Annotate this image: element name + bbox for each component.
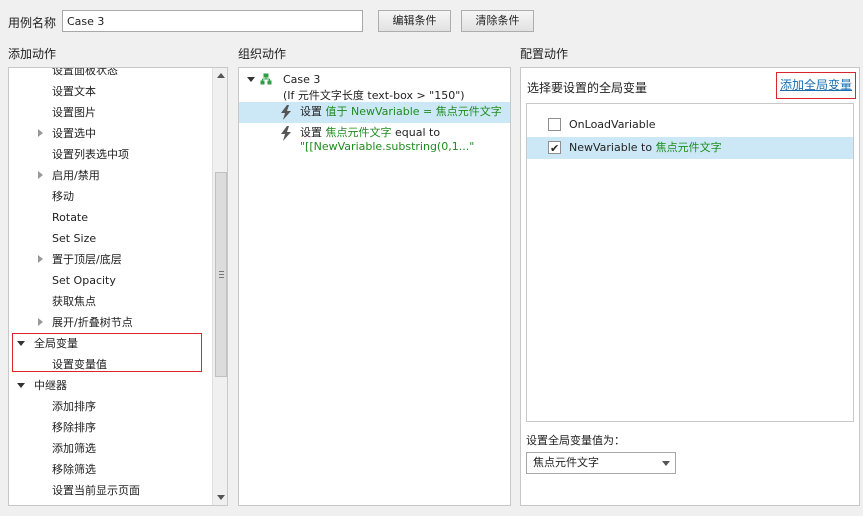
action-item[interactable]: Set Size (9, 228, 212, 249)
action-label: 置于顶层/底层 (52, 253, 122, 266)
expand-arrow-icon[interactable] (38, 318, 43, 326)
expand-arrow-icon[interactable] (38, 129, 43, 137)
action-label: 设置文本 (52, 85, 96, 98)
organize-action-text-line2: "[[NewVariable.substring(0,1..." (300, 140, 475, 153)
scroll-up-icon[interactable] (217, 73, 225, 78)
action-item[interactable]: 设置变量值 (9, 354, 212, 375)
variable-row-onloadvariable[interactable]: OnLoadVariable (527, 114, 853, 136)
configure-action-title: 配置动作 (520, 47, 569, 61)
grip-line (219, 274, 224, 275)
action-label: 获取焦点 (52, 295, 96, 308)
action-item[interactable]: 设置列表选中项 (9, 144, 212, 165)
action-item[interactable]: 启用/禁用 (9, 165, 212, 186)
action-label: 设置变量值 (52, 358, 107, 371)
action-label: 全局变量 (34, 337, 78, 350)
collapse-arrow-icon[interactable] (17, 383, 25, 388)
variable-checkbox[interactable] (548, 138, 561, 160)
variable-name: OnLoadVariable (569, 118, 656, 131)
scroll-thumb[interactable] (215, 172, 227, 377)
organize-action-row[interactable]: 设置 值于 NewVariable = 焦点元件文字 (239, 102, 510, 123)
collapse-arrow-icon[interactable] (17, 341, 25, 346)
action-item[interactable]: 设置文本 (9, 81, 212, 102)
grip-line (219, 277, 224, 278)
action-label: 添加排序 (52, 400, 96, 413)
action-label: 设置图片 (52, 106, 96, 119)
action-item[interactable]: 设置每页项目数量 (9, 501, 212, 505)
action-item[interactable]: 置于顶层/底层 (9, 249, 212, 270)
action-label: Set Opacity (52, 274, 116, 287)
action-item[interactable]: 获取焦点 (9, 291, 212, 312)
clear-condition-button[interactable]: 清除条件 (461, 10, 534, 32)
action-list: 设置面板状态 设置文本设置图片设置选中设置列表选中项 启用/禁用移动 Rotate Se… (9, 67, 212, 505)
case-condition: (If 元件文字长度 text-box > "150") (283, 89, 465, 102)
add-action-panel: 设置面板状态 设置文本设置图片设置选中设置列表选中项 启用/禁用移动 Rotate Se… (8, 67, 228, 506)
action-item[interactable]: 添加筛选 (9, 438, 212, 459)
action-item[interactable]: 展开/折叠树节点 (9, 312, 212, 333)
case-icon (260, 73, 272, 85)
action-item[interactable]: Set Opacity (9, 270, 212, 291)
variable-text: NewVariable to 焦点元件文字 (569, 141, 722, 154)
action-label: 设置当前显示页面 (52, 484, 140, 497)
action-group[interactable]: 中继器 (9, 375, 212, 396)
chevron-down-icon (662, 461, 670, 466)
action-label: 设置面板状态 (52, 67, 118, 77)
organize-action-panel: Case 3 (If 元件文字长度 text-box > "150") 设置 值… (238, 67, 511, 506)
organize-action-title: 组织动作 (238, 47, 287, 61)
action-label: 设置每页项目数量 (52, 501, 140, 505)
set-value-selected: 焦点元件文字 (533, 456, 599, 469)
action-label: 移除筛选 (52, 463, 96, 476)
action-item[interactable]: 设置当前显示页面 (9, 480, 212, 501)
action-label: 添加筛选 (52, 442, 96, 455)
action-label: 设置选中 (52, 127, 96, 140)
action-label: 设置列表选中项 (52, 148, 129, 161)
add-action-title: 添加动作 (8, 47, 57, 61)
action-list-scrollbar[interactable] (212, 68, 227, 505)
action-group[interactable]: 全局变量 (9, 333, 212, 354)
choose-global-variable-label: 选择要设置的全局变量 (527, 81, 648, 95)
action-label: 启用/禁用 (52, 169, 100, 182)
action-item[interactable]: 添加排序 (9, 396, 212, 417)
action-item[interactable]: 设置面板状态 (9, 67, 212, 81)
variable-checkbox[interactable] (548, 118, 561, 131)
edit-condition-button[interactable]: 编辑条件 (378, 10, 451, 32)
action-item[interactable]: 设置选中 (9, 123, 212, 144)
case-name-label: 用例名称 (8, 16, 57, 30)
expand-arrow-icon[interactable] (38, 171, 43, 179)
action-label: 展开/折叠树节点 (52, 316, 133, 329)
organize-action-text: 设置 值于 NewVariable = 焦点元件文字 (300, 105, 502, 118)
lightning-icon (281, 105, 291, 120)
add-global-variable-link[interactable]: 添加全局变量 (776, 72, 856, 99)
lightning-icon (281, 126, 291, 141)
organize-action-text: 设置 焦点元件文字 equal to (300, 126, 441, 139)
collapse-arrow-icon[interactable] (247, 77, 255, 82)
action-label: 移动 (52, 190, 74, 203)
action-item[interactable]: 设置图片 (9, 102, 212, 123)
scroll-down-icon[interactable] (217, 495, 225, 500)
action-label: 移除排序 (52, 421, 96, 434)
action-item[interactable]: Rotate (9, 207, 212, 228)
global-variable-list: OnLoadVariable NewVariable to 焦点元件文字 (526, 103, 854, 422)
grip-line (219, 271, 224, 272)
variable-row-newvariable[interactable]: NewVariable to 焦点元件文字 (527, 137, 853, 160)
action-item[interactable]: 移除筛选 (9, 459, 212, 480)
action-item[interactable]: 移除排序 (9, 417, 212, 438)
configure-action-panel: 选择要设置的全局变量 添加全局变量 OnLoadVariable NewVari… (520, 67, 860, 506)
action-label: Rotate (52, 211, 89, 224)
action-label: 中继器 (34, 379, 67, 392)
set-value-label: 设置全局变量值为： (526, 434, 625, 447)
action-item[interactable]: 移动 (9, 186, 212, 207)
set-value-dropdown[interactable]: 焦点元件文字 (526, 452, 676, 474)
case-title[interactable]: Case 3 (283, 73, 320, 86)
case-name-input[interactable] (62, 10, 363, 32)
organize-action-row[interactable]: 设置 焦点元件文字 equal to "[[NewVariable.substr… (239, 124, 510, 158)
expand-arrow-icon[interactable] (38, 255, 43, 263)
action-label: Set Size (52, 232, 97, 245)
